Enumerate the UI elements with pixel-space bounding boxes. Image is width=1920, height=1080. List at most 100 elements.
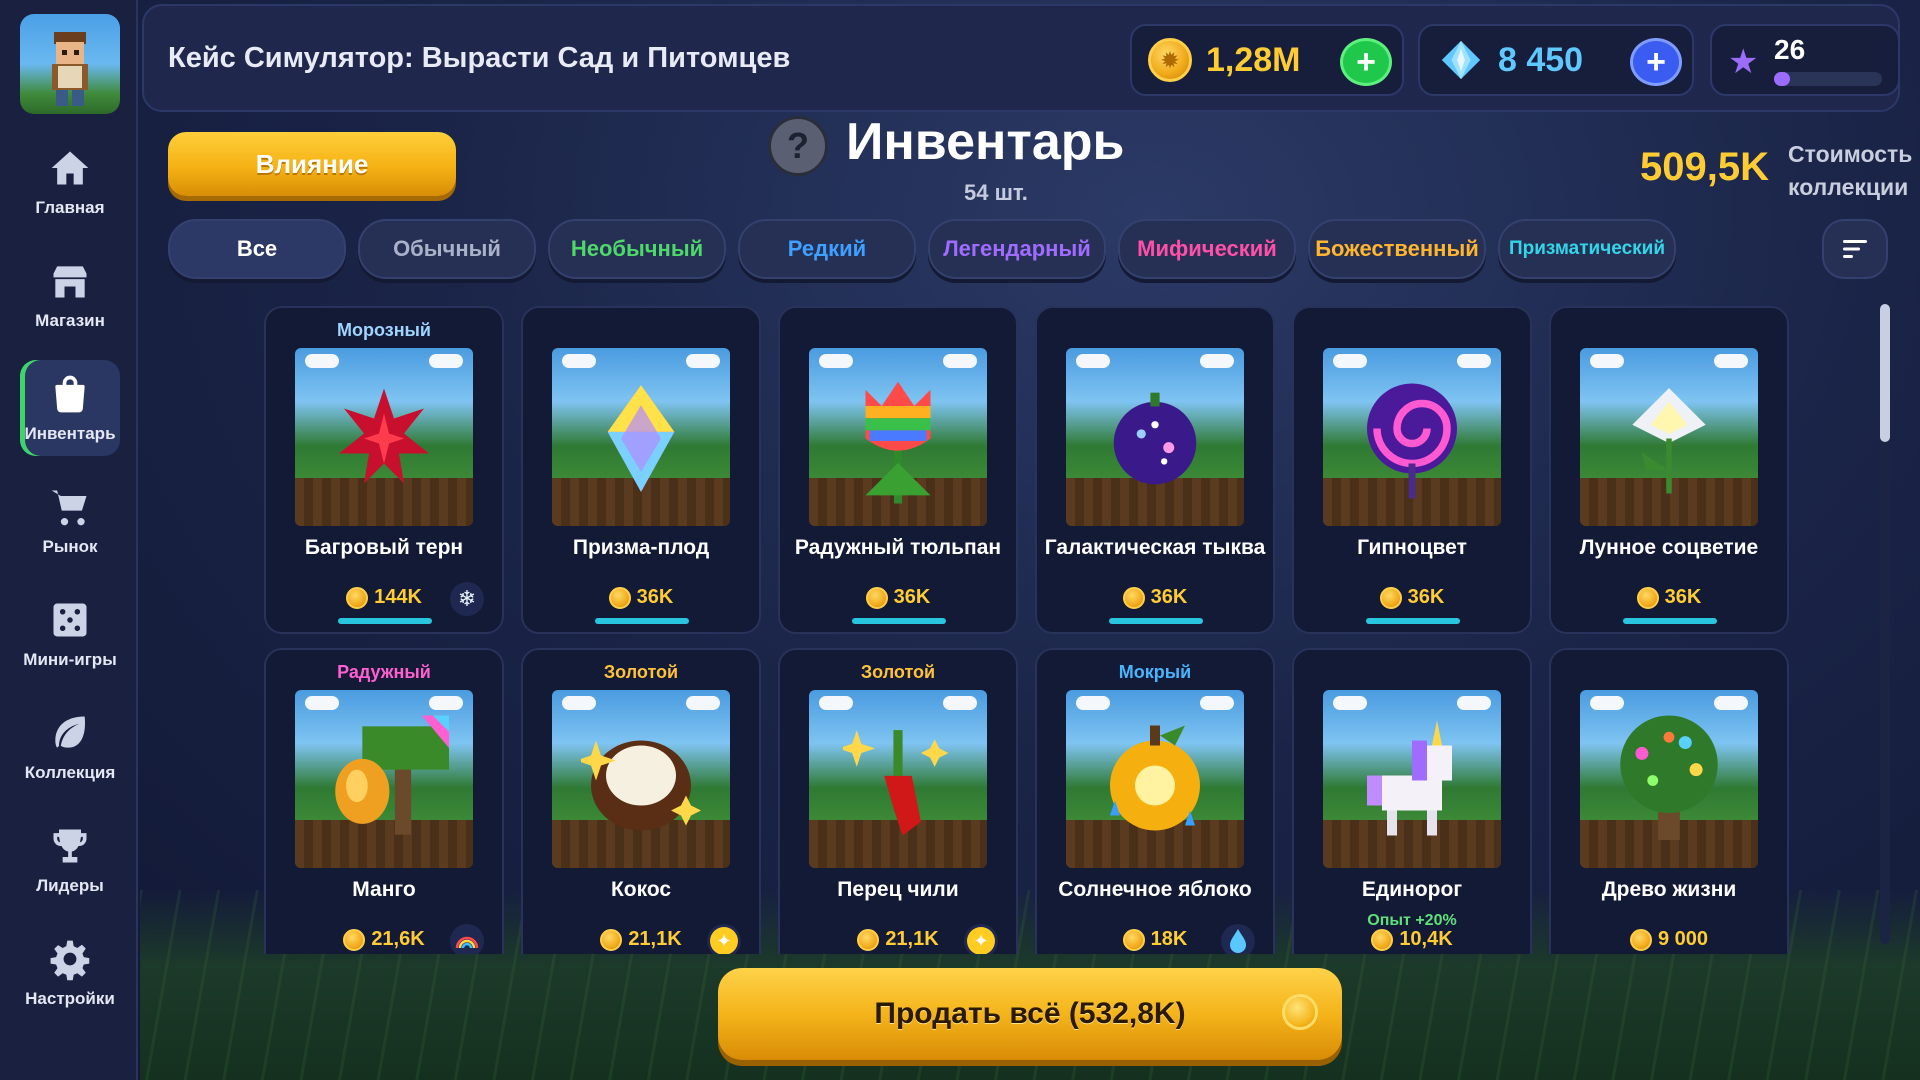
item-card[interactable]: Лунное соцветие 36K [1549,306,1789,634]
item-price-value: 10,4K [1399,928,1453,950]
sidebar-item-inventory[interactable]: Инвентарь [20,360,120,456]
dice-icon [53,603,87,637]
coin-icon [608,586,631,609]
cart-icon [51,490,87,526]
sidebar-item-minigames[interactable]: Мини-игры [20,586,120,682]
item-count: 54 шт. [964,180,1028,205]
coin-icon [865,586,888,609]
scrollbar[interactable] [1880,304,1890,944]
gem-icon [1441,40,1481,80]
item-price: 36K [1294,586,1530,609]
item-image [809,690,987,868]
sidebar-item-label: Главная [35,198,105,217]
item-card[interactable]: Морозный Багровый терн 144K ❄ [264,306,504,634]
item-progress-bar [595,618,689,624]
item-name: Галактическая тыква [1044,536,1266,559]
tab-all[interactable]: Все [168,219,346,279]
item-card[interactable]: Единорог Опыт +20% 10,4K [1292,648,1532,954]
mutation-label: Золотой [860,662,936,682]
item-name: Лунное соцветие [1579,536,1759,559]
tab-label: Легендарный [943,236,1091,261]
level-counter: ★ 26 [1710,24,1900,96]
tab-common[interactable]: Обычный [358,219,536,279]
item-price: 36K [1037,586,1273,609]
item-progress-bar [338,618,432,624]
coin-icon [1122,928,1145,951]
coin-icon [346,586,369,609]
tab-legendary[interactable]: Легендарный [928,219,1106,279]
item-card[interactable]: Древо жизни 9 000 [1549,648,1789,954]
item-card[interactable]: Радужный Манго 21,6K [264,648,504,954]
sidebar-item-leaders[interactable]: Лидеры [20,812,120,908]
tab-label: Мифический [1137,236,1277,261]
item-image [1323,690,1501,868]
item-name: Призма-плод [572,536,710,559]
tab-uncommon[interactable]: Необычный [548,219,726,279]
bag-icon [55,375,85,413]
tab-divine[interactable]: Божественный [1308,219,1486,279]
sidebar-item-collection[interactable]: Коллекция [20,699,120,795]
item-card[interactable]: Мокрый Солнечное яблоко 18K [1035,648,1275,954]
coin-icon [1636,586,1659,609]
sell-all-button[interactable]: Продать всё (532,8K) [718,968,1342,1060]
xp-bar [1774,72,1882,86]
item-card[interactable]: Гипноцвет 36K [1292,306,1532,634]
tab-mythic[interactable]: Мифический [1118,219,1296,279]
item-card[interactable]: Золотой Перец чили 21,1K ✦ [778,648,1018,954]
snowflake-icon: ❄ [450,582,484,616]
item-image [1066,348,1244,526]
sidebar-item-market[interactable]: Рынок [20,473,120,569]
item-card[interactable]: Золотой Кокос 21,1K ✦ [521,648,761,954]
help-button[interactable]: ? [768,116,828,176]
sidebar-item-label: Инвентарь [24,424,116,443]
item-card[interactable]: Призма-плод 36K [521,306,761,634]
tab-label: Обычный [393,236,501,261]
item-price-value: 36K [1407,586,1445,608]
mutation-label: Золотой [603,662,679,682]
item-image [552,348,730,526]
sidebar-item-shop[interactable]: Магазин [20,247,120,343]
item-image [295,690,473,868]
tab-rare[interactable]: Редкий [738,219,916,279]
item-card[interactable]: Радужный тюльпан 36K [778,306,1018,634]
item-price-value: 21,1K [885,928,939,950]
item-name: Кокос [610,878,672,901]
sidebar-item-label: Мини-игры [23,650,117,669]
rainbow-icon [450,924,484,954]
coin-icon [1122,586,1145,609]
item-card[interactable]: Галактическая тыква 36K [1035,306,1275,634]
tab-label: Призматический [1508,238,1666,259]
level-value: 26 [1774,34,1806,65]
sort-button[interactable] [1822,219,1888,279]
item-price-value: 21,6K [371,928,425,950]
xp-bar-fill [1774,72,1791,86]
influence-button[interactable]: Влияние [168,132,456,196]
mutation-label: Радужный [337,662,431,682]
add-gems-button[interactable]: + [1630,38,1682,86]
item-price-value: 36K [893,586,931,608]
item-name: Манго [352,878,416,901]
item-progress-bar [1109,618,1203,624]
item-price-value: 36K [1150,586,1188,608]
item-price-value: 21,1K [628,928,682,950]
item-price: 10,4K [1294,928,1530,951]
sidebar-item-settings[interactable]: Настройки [20,925,120,1021]
inventory-grid: Морозный Багровый терн 144K ❄ Призма-плод 3… [264,306,1796,954]
sidebar-item-home[interactable]: Главная [20,134,120,230]
star-icon: ★ [1728,43,1759,81]
item-price-value: 18K [1150,928,1188,950]
tab-prismatic[interactable]: Призматический [1498,219,1676,279]
sidebar-item-label: Коллекция [24,763,116,782]
star-coin-icon: ✦ [707,924,741,954]
add-coins-button[interactable]: + [1340,38,1392,86]
sidebar-item-label: Магазин [35,311,105,330]
coin-icon [1282,994,1318,1030]
tab-label: Необычный [570,236,704,261]
item-image [552,690,730,868]
page-title: Инвентарь [846,113,1125,171]
top-bar: Кейс Симулятор: Вырасти Сад и Питомцев ✹… [142,4,1900,112]
sort-icon [1843,240,1867,258]
scrollbar-thumb[interactable] [1880,304,1890,442]
item-image [1066,690,1244,868]
avatar[interactable] [20,14,120,114]
